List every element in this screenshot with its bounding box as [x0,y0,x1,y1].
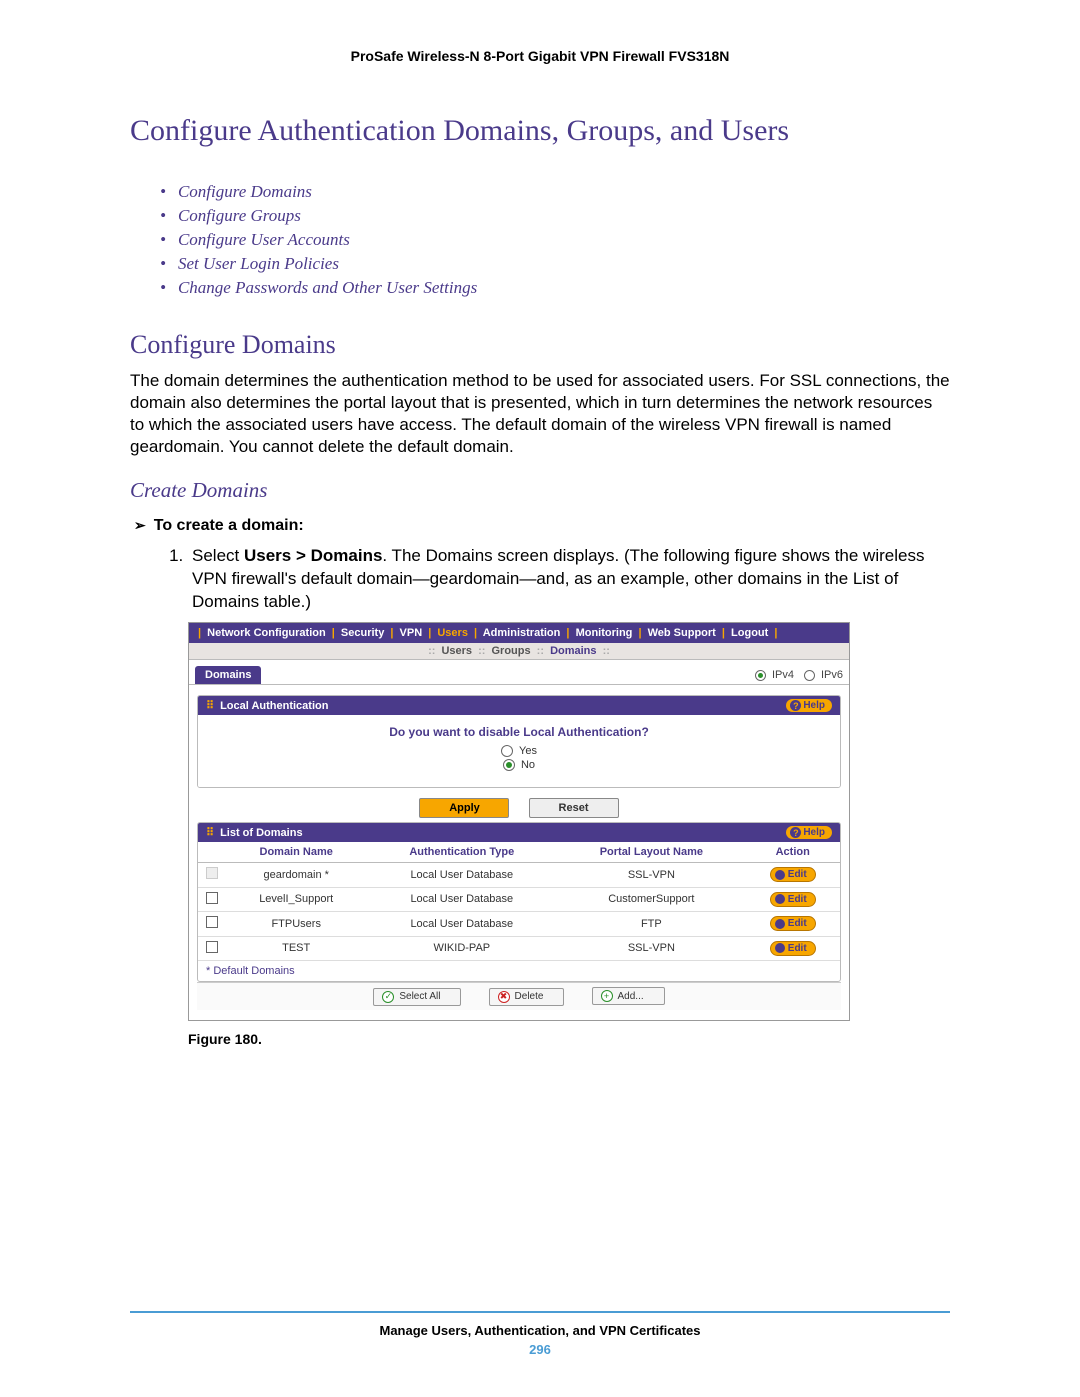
delete-icon: ✖ [498,991,510,1003]
help-button[interactable]: ?Help [786,826,832,839]
add-button[interactable]: +Add... [592,987,665,1005]
col-auth: Authentication Type [366,842,557,863]
menu-logout[interactable]: Logout [731,627,768,639]
dots-icon: ⠿ [206,826,214,839]
sub-menu: :: Users :: Groups :: Domains :: [189,643,849,660]
reset-button[interactable]: Reset [529,798,619,818]
domains-list-panel: ⠿ List of Domains ?Help Domain Name Auth… [197,822,841,982]
dots-icon: ⠿ [206,699,214,712]
edit-button[interactable]: Edit [770,892,816,907]
cell-domain: geardomain * [226,863,366,888]
radio-yes[interactable] [501,745,513,757]
cell-auth: Local User Database [366,887,557,912]
page-footer: Manage Users, Authentication, and VPN Ce… [130,1311,950,1357]
cell-portal: CustomerSupport [557,887,745,912]
edit-button[interactable]: Edit [770,941,816,956]
table-row: TEST WIKID-PAP SSL-VPN Edit [198,936,840,961]
cell-domain: LevelI_Support [226,887,366,912]
step-1: Select Users > Domains. The Domains scre… [188,545,950,614]
cell-portal: FTP [557,912,745,937]
menu-users[interactable]: Users [437,627,468,639]
tab-row: Domains IPv4 IPv6 [189,662,849,685]
default-domains-note: * Default Domains [198,961,840,981]
tab-domains[interactable]: Domains [195,666,261,684]
toc-item[interactable]: Set User Login Policies [160,252,950,276]
radio-no-label: No [521,759,535,771]
question-icon: ? [790,700,801,711]
help-button[interactable]: ?Help [786,699,832,712]
local-auth-panel: ⠿ Local Authentication ?Help Do you want… [197,695,841,788]
col-portal: Portal Layout Name [557,842,745,863]
page-title: Configure Authentication Domains, Groups… [130,114,950,148]
step-lead: ➢To create a domain: [134,517,950,535]
footer-page-number: 296 [130,1342,950,1357]
toc-item[interactable]: Change Passwords and Other User Settings [160,276,950,300]
ipv4-label: IPv4 [772,669,794,681]
cell-domain: TEST [226,936,366,961]
section-heading: Configure Domains [130,330,950,360]
ipv6-radio[interactable] [804,670,815,681]
domains-table: Domain Name Authentication Type Portal L… [198,842,840,961]
col-domain: Domain Name [226,842,366,863]
menu-network-config[interactable]: Network Configuration [207,627,326,639]
row-checkbox[interactable] [206,892,218,904]
submenu-domains[interactable]: Domains [550,645,596,657]
footer-chapter: Manage Users, Authentication, and VPN Ce… [130,1323,950,1338]
submenu-groups[interactable]: Groups [491,645,530,657]
toc-list: Configure Domains Configure Groups Confi… [160,180,950,300]
cell-auth: Local User Database [366,912,557,937]
subsection-heading: Create Domains [130,478,950,503]
menu-vpn[interactable]: VPN [400,627,423,639]
radio-no[interactable] [503,759,515,771]
toc-item[interactable]: Configure Domains [160,180,950,204]
menu-monitoring[interactable]: Monitoring [576,627,633,639]
cell-portal: SSL-VPN [557,863,745,888]
plus-icon: + [601,990,613,1002]
step-list: Select Users > Domains. The Domains scre… [160,545,950,614]
ipv4-radio[interactable] [755,670,766,681]
edit-button[interactable]: Edit [770,916,816,931]
row-checkbox[interactable] [206,916,218,928]
menu-web-support[interactable]: Web Support [648,627,716,639]
domains-panel-title: List of Domains [220,827,303,839]
top-menu: | Network Configuration | Security | VPN… [189,623,849,643]
local-auth-title: Local Authentication [220,700,328,712]
disable-auth-question: Do you want to disable Local Authenticat… [206,725,832,739]
ipv6-label: IPv6 [821,669,843,681]
cell-domain: FTPUsers [226,912,366,937]
triangle-icon: ➢ [134,517,146,534]
menu-security[interactable]: Security [341,627,384,639]
cell-portal: SSL-VPN [557,936,745,961]
edit-icon [775,943,785,953]
apply-button[interactable]: Apply [419,798,509,818]
radio-yes-label: Yes [519,745,537,757]
cell-auth: WIKID-PAP [366,936,557,961]
table-row: FTPUsers Local User Database FTP Edit [198,912,840,937]
row-checkbox[interactable] [206,867,218,879]
figure-caption: Figure 180. [188,1031,950,1047]
edit-icon [775,894,785,904]
edit-button[interactable]: Edit [770,867,816,882]
apply-reset-row: Apply Reset [189,798,849,818]
col-action: Action [745,842,840,863]
table-row: LevelI_Support Local User Database Custo… [198,887,840,912]
table-action-bar: ✓Select All ✖Delete +Add... [197,982,841,1010]
embedded-screenshot: | Network Configuration | Security | VPN… [188,622,850,1021]
product-header: ProSafe Wireless-N 8-Port Gigabit VPN Fi… [130,48,950,64]
question-icon: ? [790,827,801,838]
toc-item[interactable]: Configure User Accounts [160,228,950,252]
edit-icon [775,870,785,880]
delete-button[interactable]: ✖Delete [489,988,565,1006]
section-body: The domain determines the authentication… [130,370,950,458]
cell-auth: Local User Database [366,863,557,888]
menu-administration[interactable]: Administration [483,627,561,639]
submenu-users[interactable]: Users [441,645,472,657]
edit-icon [775,919,785,929]
check-icon: ✓ [382,991,394,1003]
row-checkbox[interactable] [206,941,218,953]
toc-item[interactable]: Configure Groups [160,204,950,228]
select-all-button[interactable]: ✓Select All [373,988,461,1006]
table-row: geardomain * Local User Database SSL-VPN… [198,863,840,888]
